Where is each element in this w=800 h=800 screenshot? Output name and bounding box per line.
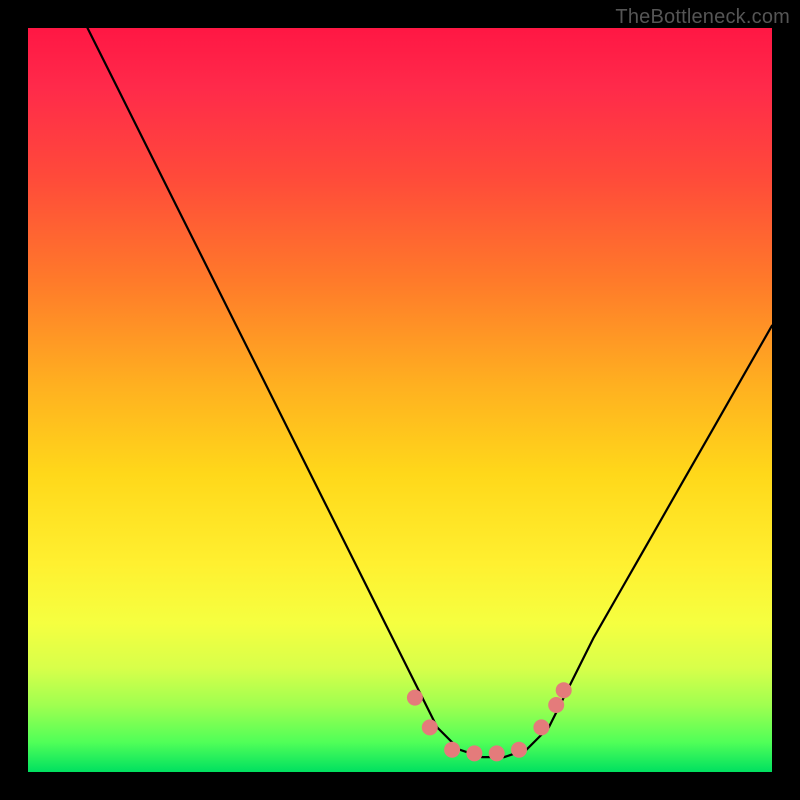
- min-region-dots: [407, 682, 572, 761]
- chart-frame: TheBottleneck.com: [0, 0, 800, 800]
- highlight-dot: [556, 682, 572, 698]
- watermark-text: TheBottleneck.com: [615, 6, 790, 29]
- highlight-dot: [407, 690, 423, 706]
- highlight-dot: [489, 745, 505, 761]
- highlight-dot: [548, 697, 564, 713]
- highlight-dot: [533, 719, 549, 735]
- highlight-dot: [444, 742, 460, 758]
- curve-svg: [28, 28, 772, 772]
- highlight-dot: [466, 745, 482, 761]
- highlight-dot: [511, 742, 527, 758]
- plot-area: [28, 28, 772, 772]
- highlight-dot: [422, 719, 438, 735]
- bottleneck-curve: [88, 28, 773, 757]
